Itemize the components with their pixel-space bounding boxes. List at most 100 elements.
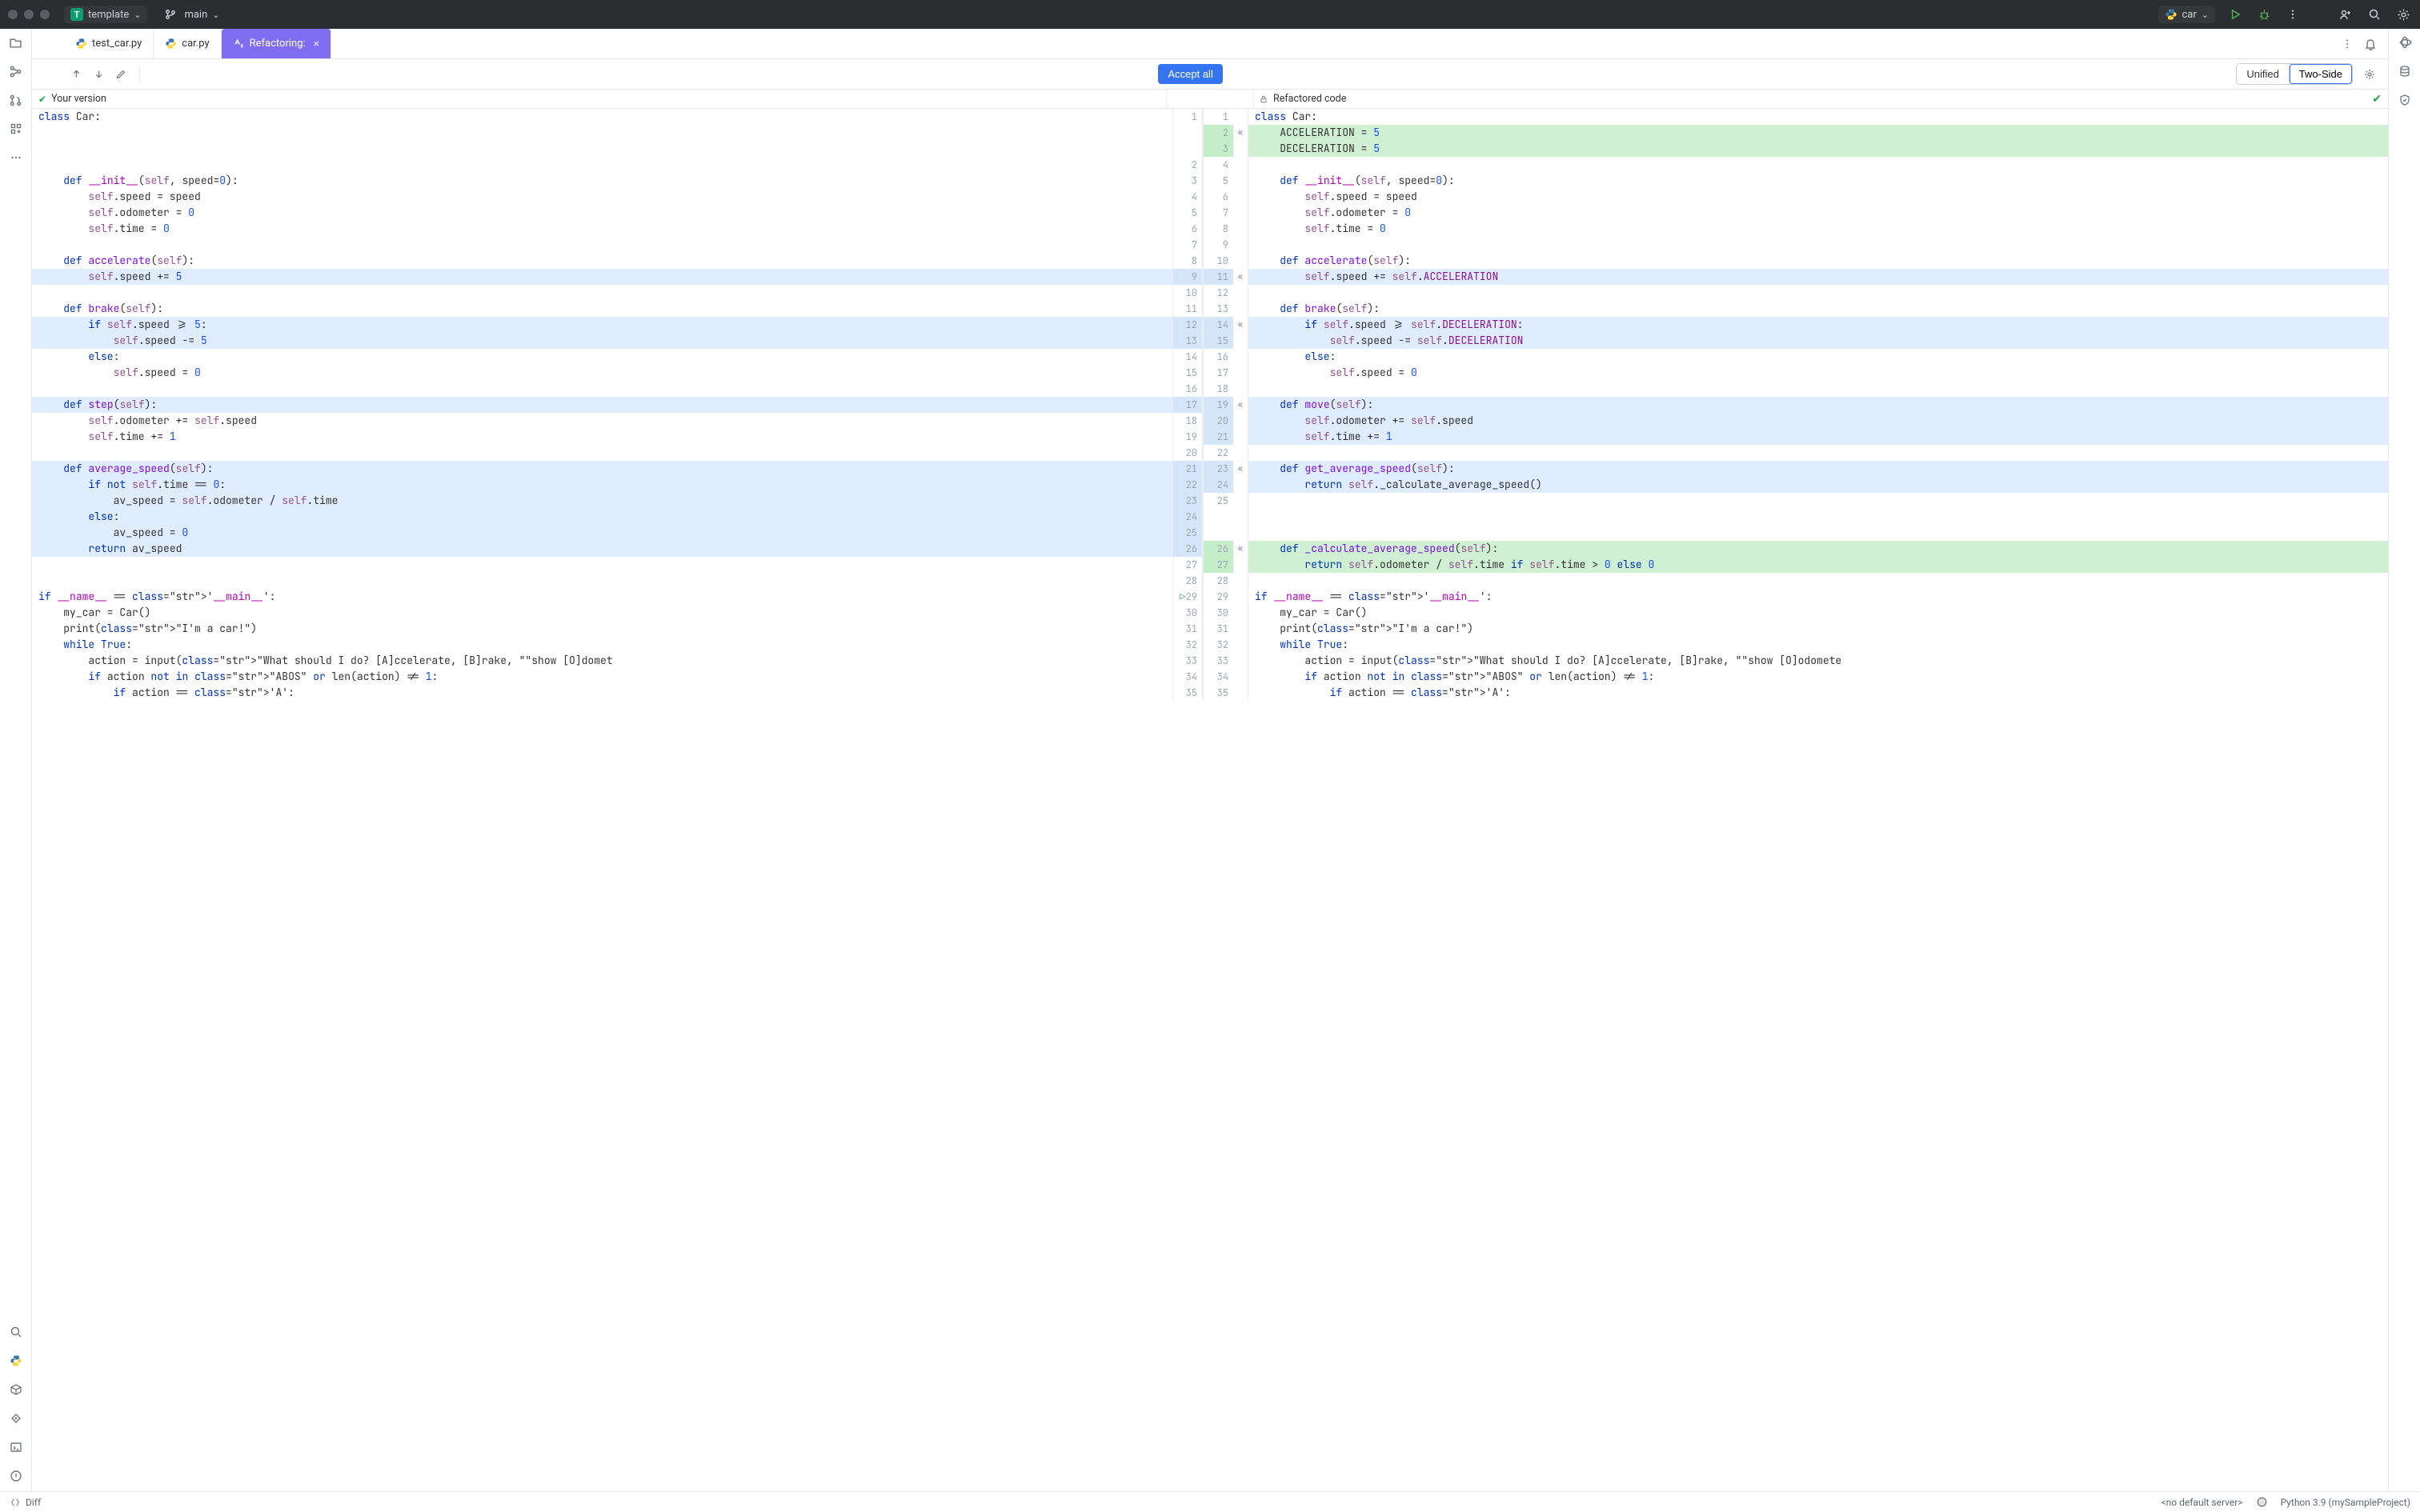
left-code-cell[interactable]: self.odometer += self.speed	[32, 413, 1172, 429]
project-tool-icon[interactable]	[7, 34, 25, 51]
tab-car[interactable]: car.py	[154, 29, 221, 58]
left-code-cell[interactable]: else:	[32, 349, 1172, 365]
right-code-cell[interactable]: if __name__ == class="str">'__main__':	[1248, 589, 2388, 605]
left-code-cell[interactable]: self.speed += 5	[32, 269, 1172, 285]
packages-icon[interactable]	[7, 1381, 25, 1398]
right-code-cell[interactable]	[1248, 525, 2388, 541]
window-controls[interactable]	[8, 10, 56, 19]
right-code-cell[interactable]	[1248, 237, 2388, 253]
apply-change-icon[interactable]: «	[1233, 461, 1248, 477]
min-dot[interactable]	[24, 10, 34, 19]
left-code-cell[interactable]	[32, 285, 1172, 301]
pull-requests-icon[interactable]	[7, 91, 25, 109]
apply-change-icon[interactable]: «	[1233, 317, 1248, 333]
right-code-cell[interactable]: self.speed -= self.DECELERATION	[1248, 333, 2388, 349]
right-code-cell[interactable]	[1248, 157, 2388, 173]
apply-change-icon[interactable]: «	[1233, 269, 1248, 285]
left-code-cell[interactable]	[32, 381, 1172, 397]
left-code-cell[interactable]: self.speed = speed	[32, 189, 1172, 205]
left-code-cell[interactable]: def average_speed(self):	[32, 461, 1172, 477]
plugins-icon[interactable]	[7, 120, 25, 138]
right-code-cell[interactable]: ACCELERATION = 5	[1248, 125, 2388, 141]
two-side-view-button[interactable]: Two-Side	[2289, 64, 2352, 84]
diff-view-segmented[interactable]: Unified Two-Side	[2236, 63, 2353, 85]
search-icon[interactable]	[2366, 6, 2383, 23]
right-code-cell[interactable]: class Car:	[1248, 109, 2388, 125]
left-code-cell[interactable]	[32, 557, 1172, 573]
right-code-cell[interactable]: self.speed = 0	[1248, 365, 2388, 381]
left-code-cell[interactable]	[32, 157, 1172, 173]
left-code-cell[interactable]: def __init__(self, speed=0):	[32, 173, 1172, 189]
left-code-cell[interactable]	[32, 237, 1172, 253]
left-code-cell[interactable]: self.time += 1	[32, 429, 1172, 445]
right-code-cell[interactable]: self.speed += self.ACCELERATION	[1248, 269, 2388, 285]
apply-change-icon[interactable]: «	[1233, 397, 1248, 413]
left-code-cell[interactable]: def brake(self):	[32, 301, 1172, 317]
right-code-cell[interactable]: self.time += 1	[1248, 429, 2388, 445]
right-code-cell[interactable]: self.time = 0	[1248, 221, 2388, 237]
right-code-cell[interactable]: while True:	[1248, 637, 2388, 653]
right-code-cell[interactable]	[1248, 285, 2388, 301]
right-code-cell[interactable]: def __init__(self, speed=0):	[1248, 173, 2388, 189]
terminal-icon[interactable]	[7, 1438, 25, 1456]
right-code-cell[interactable]: def accelerate(self):	[1248, 253, 2388, 269]
left-code-cell[interactable]: if not self.time == 0:	[32, 477, 1172, 493]
more-icon[interactable]	[2284, 6, 2302, 23]
debug-icon[interactable]	[2255, 6, 2273, 23]
left-code-cell[interactable]: if action == class="str">'A':	[32, 685, 1172, 701]
left-code-cell[interactable]: while True:	[32, 637, 1172, 653]
left-code-cell[interactable]	[32, 445, 1172, 461]
left-code-cell[interactable]	[32, 573, 1172, 589]
left-code-cell[interactable]: self.time = 0	[32, 221, 1172, 237]
left-code-cell[interactable]: else:	[32, 509, 1172, 525]
right-code-cell[interactable]: DECELERATION = 5	[1248, 141, 2388, 157]
right-code-cell[interactable]: print(class="str">"I'm a car!")	[1248, 621, 2388, 637]
left-code-cell[interactable]: class Car:	[32, 109, 1172, 125]
tab-test-car[interactable]: test_car.py	[64, 29, 154, 58]
right-code-cell[interactable]	[1248, 493, 2388, 509]
jupyter-server-status[interactable]: <no default server>	[2162, 1497, 2243, 1508]
services-icon[interactable]	[7, 1410, 25, 1427]
right-code-cell[interactable]: if action not in class="str">"ABOS" or l…	[1248, 669, 2388, 685]
left-code-cell[interactable]: self.speed -= 5	[32, 333, 1172, 349]
left-code-cell[interactable]: av_speed = self.odometer / self.time	[32, 493, 1172, 509]
run-config-selector[interactable]: car ⌄	[2158, 6, 2216, 23]
left-code-cell[interactable]: print(class="str">"I'm a car!")	[32, 621, 1172, 637]
close-icon[interactable]: ×	[314, 38, 319, 50]
left-code-cell[interactable]: def accelerate(self):	[32, 253, 1172, 269]
right-code-cell[interactable]: else:	[1248, 349, 2388, 365]
shield-icon[interactable]	[2396, 91, 2414, 109]
right-code-cell[interactable]: return self.odometer / self.time if self…	[1248, 557, 2388, 573]
tab-refactoring[interactable]: Refactoring: ×	[222, 29, 332, 58]
left-code-cell[interactable]	[32, 141, 1172, 157]
project-selector[interactable]: T template ⌄	[64, 6, 147, 23]
right-code-cell[interactable]	[1248, 509, 2388, 525]
max-dot[interactable]	[40, 10, 50, 19]
branch-selector[interactable]: main ⌄	[155, 3, 226, 26]
run-icon[interactable]	[2226, 6, 2244, 23]
right-code-cell[interactable]	[1248, 573, 2388, 589]
right-code-cell[interactable]: action = input(class="str">"What should …	[1248, 653, 2388, 669]
next-change-icon[interactable]	[90, 66, 107, 83]
ai-assistant-icon[interactable]	[2396, 34, 2414, 51]
right-code-cell[interactable]: def get_average_speed(self):	[1248, 461, 2388, 477]
python-console-icon[interactable]	[7, 1352, 25, 1370]
left-code-cell[interactable]: def step(self):	[32, 397, 1172, 413]
right-code-cell[interactable]	[1248, 445, 2388, 461]
left-code-cell[interactable]: my_car = Car()	[32, 605, 1172, 621]
left-code-cell[interactable]: self.odometer = 0	[32, 205, 1172, 221]
left-code-cell[interactable]: self.speed = 0	[32, 365, 1172, 381]
diff-settings-icon[interactable]	[2361, 66, 2378, 83]
diff-toolwindow-icon[interactable]	[10, 1497, 21, 1508]
diff-code-area[interactable]: class Car:11class Car:2« ACCELERATION = …	[32, 109, 2388, 1491]
right-code-cell[interactable]: self.odometer += self.speed	[1248, 413, 2388, 429]
edit-icon[interactable]	[112, 66, 130, 83]
problems-icon[interactable]	[7, 1467, 25, 1485]
right-code-cell[interactable]: self.speed = speed	[1248, 189, 2388, 205]
apply-change-icon[interactable]: «	[1233, 541, 1248, 557]
right-code-cell[interactable]: def brake(self):	[1248, 301, 2388, 317]
apply-change-icon[interactable]: «	[1233, 125, 1248, 141]
close-dot[interactable]	[8, 10, 18, 19]
toolwindow-label[interactable]: Diff	[26, 1497, 41, 1508]
left-code-cell[interactable]: action = input(class="str">"What should …	[32, 653, 1172, 669]
